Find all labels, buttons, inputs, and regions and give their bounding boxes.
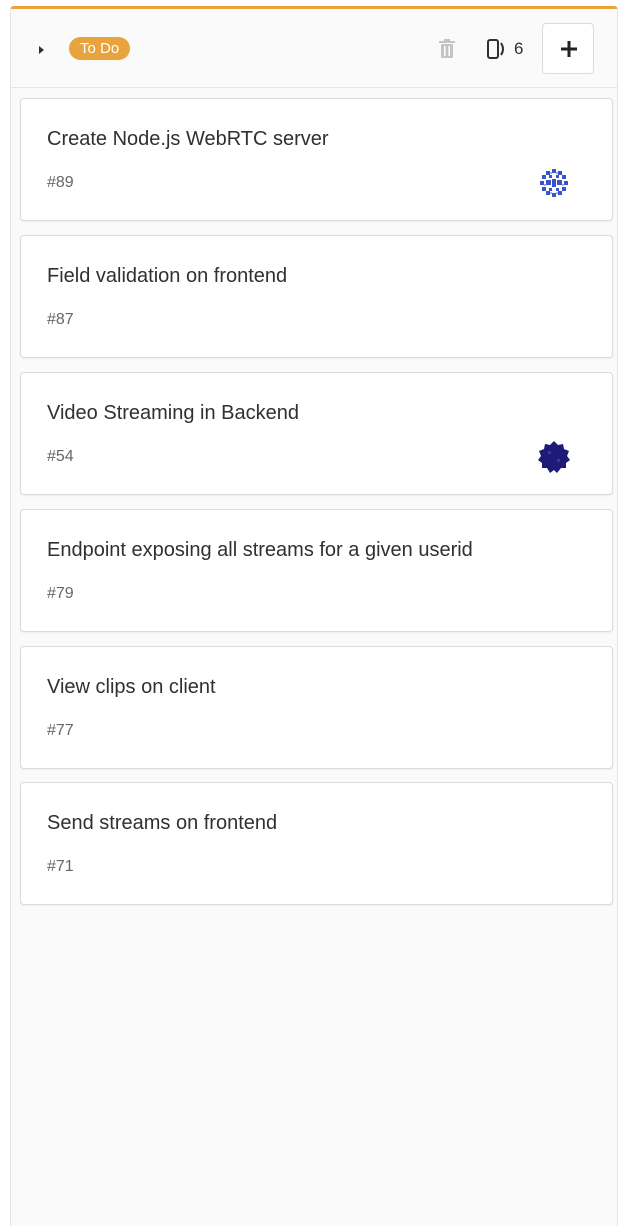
issue-card[interactable]: Video Streaming in Backend #54 [20, 372, 613, 495]
issue-title[interactable]: Video Streaming in Backend [47, 400, 299, 426]
add-issue-button[interactable] [542, 23, 594, 74]
plus-icon [561, 41, 577, 57]
issue-card[interactable]: View clips on client #77 [20, 646, 613, 769]
issue-reference: #89 [47, 174, 74, 191]
issue-card[interactable]: Create Node.js WebRTC server #89 [20, 98, 613, 221]
issue-reference: #79 [47, 585, 74, 602]
trash-icon[interactable] [439, 39, 455, 59]
issue-card[interactable]: Field validation on frontend #87 [20, 235, 613, 358]
avatar[interactable] [536, 165, 572, 201]
issue-title[interactable]: View clips on client [47, 674, 216, 700]
issue-reference: #77 [47, 722, 74, 739]
issue-reference: #54 [47, 448, 74, 465]
column-label-badge[interactable]: To Do [69, 37, 131, 60]
board-column: To Do 6 Create Node.js WebRTC server #89 [10, 6, 618, 1226]
issue-title[interactable]: Create Node.js WebRTC server [47, 126, 329, 152]
issue-reference: #87 [47, 311, 74, 328]
caret-right-icon[interactable] [39, 46, 44, 54]
issue-reference: #71 [47, 858, 74, 875]
issue-card[interactable]: Send streams on frontend #71 [20, 782, 613, 905]
issue-title[interactable]: Endpoint exposing all streams for a give… [47, 537, 473, 563]
issue-card[interactable]: Endpoint exposing all streams for a give… [20, 509, 613, 632]
issue-title[interactable]: Field validation on frontend [47, 263, 287, 289]
issue-count-icon [487, 39, 504, 59]
issue-count: 6 [514, 39, 524, 58]
issue-title[interactable]: Send streams on frontend [47, 810, 277, 836]
column-header: To Do 6 [11, 9, 617, 88]
avatar[interactable] [536, 439, 572, 475]
